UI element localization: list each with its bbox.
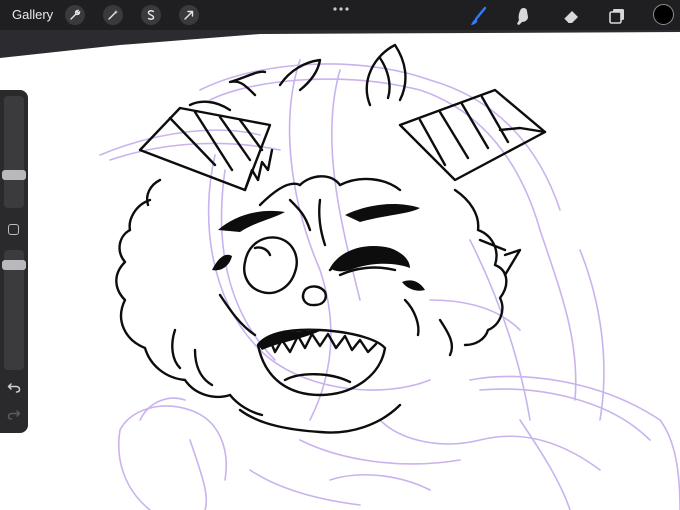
color-swatch-button[interactable] [653, 4, 674, 25]
drawing-canvas[interactable] [0, 0, 680, 510]
wrench-icon[interactable] [65, 5, 85, 25]
transform-arrow-icon[interactable] [179, 5, 199, 25]
eraser-icon[interactable] [560, 5, 582, 27]
sketch-layer [99, 59, 680, 510]
brush-size-knob[interactable] [2, 170, 26, 180]
modify-button[interactable] [8, 224, 19, 235]
top-toolbar: Gallery [0, 0, 680, 30]
more-dots-icon[interactable] [331, 5, 351, 13]
brush-size-slider[interactable] [4, 96, 24, 208]
gallery-button[interactable]: Gallery [12, 7, 53, 22]
left-sidebar [0, 90, 28, 433]
smudge-icon[interactable] [513, 5, 535, 27]
selection-icon[interactable] [141, 5, 161, 25]
brush-icon[interactable] [468, 5, 490, 27]
undo-icon[interactable] [7, 381, 21, 393]
ink-fills [212, 204, 425, 350]
magic-wand-icon[interactable] [103, 5, 123, 25]
canvas-edge-shadow [0, 30, 680, 58]
layers-icon[interactable] [606, 5, 628, 27]
redo-icon[interactable] [7, 408, 21, 420]
opacity-knob[interactable] [2, 260, 26, 270]
